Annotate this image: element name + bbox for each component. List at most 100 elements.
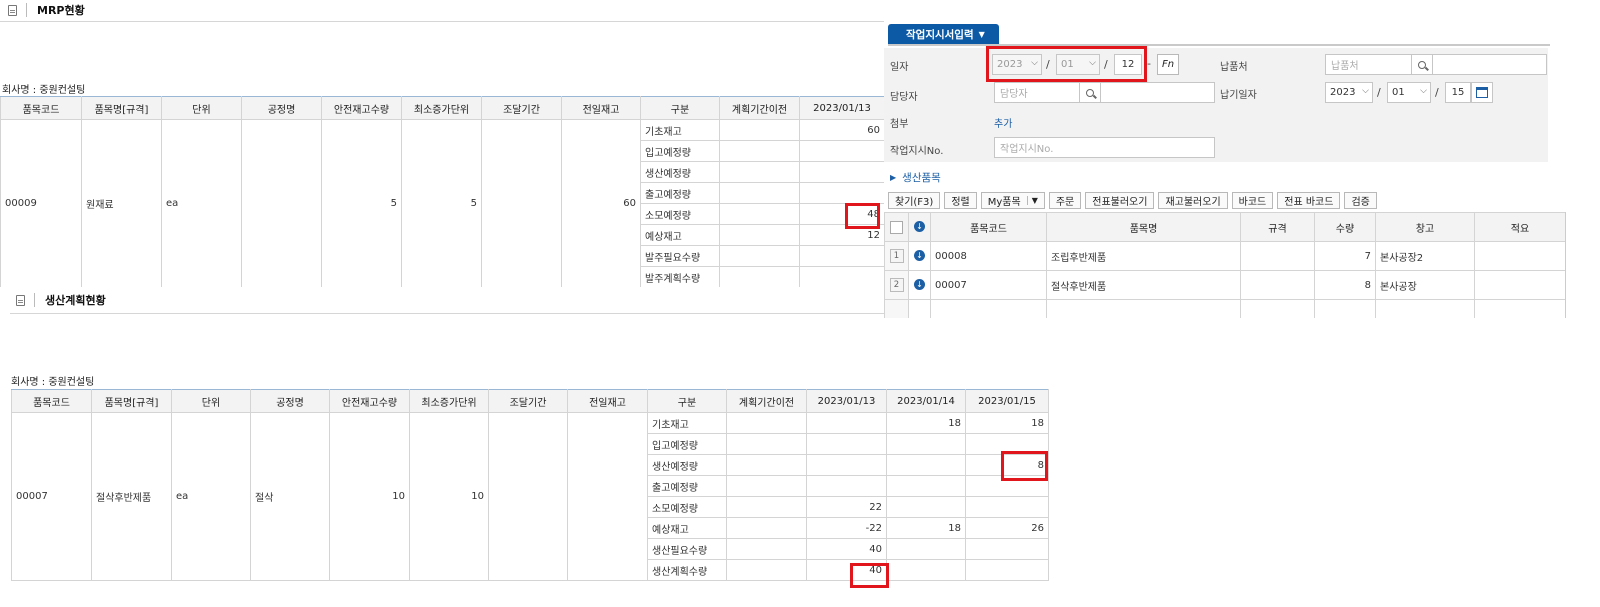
item-code-cell[interactable]: 00007: [11, 412, 92, 581]
before-cell[interactable]: [719, 119, 800, 141]
mrp-grid-container[interactable]: 품목코드 품목명[규격] 단위 공정명 안전재고수량 최소증가단위 조달기간 전…: [0, 96, 885, 287]
col-header[interactable]: 전일재고: [567, 389, 648, 413]
lead-time-cell[interactable]: [481, 119, 562, 287]
before-cell[interactable]: [726, 559, 807, 581]
table-row[interactable]: 00009 원재료 ea 5 5 60 기초재고 60: [0, 119, 885, 287]
date-cell[interactable]: [886, 475, 966, 497]
date-cell[interactable]: [886, 559, 966, 581]
date-cell[interactable]: 26: [965, 517, 1049, 539]
fn-button[interactable]: Fn: [1157, 54, 1179, 75]
before-cell[interactable]: [719, 182, 800, 204]
qty-cell[interactable]: 8: [1314, 270, 1376, 300]
date-cell[interactable]: [799, 182, 885, 204]
qty-cell[interactable]: [1314, 299, 1376, 318]
prev-stock-cell[interactable]: 60: [561, 119, 641, 287]
manager-name-field[interactable]: [1100, 82, 1215, 103]
date-cell[interactable]: 18: [886, 412, 966, 434]
find-button[interactable]: 찾기(F3): [888, 192, 941, 209]
col-header[interactable]: 안전재고수량: [329, 389, 410, 413]
date-day-input[interactable]: 12: [1114, 54, 1142, 75]
item-name-cell[interactable]: 원재료: [81, 119, 162, 287]
col-header[interactable]: 최소증가단위: [409, 389, 489, 413]
unit-cell[interactable]: ea: [171, 412, 251, 581]
col-header[interactable]: 공정명: [241, 96, 322, 120]
order-no-input[interactable]: 작업지시No.: [994, 137, 1215, 158]
date-cell[interactable]: 18: [965, 412, 1049, 434]
date-cell[interactable]: 8: [965, 454, 1049, 476]
date-cell[interactable]: [799, 161, 885, 183]
manager-input[interactable]: 담당자: [994, 82, 1080, 103]
item-name-cell[interactable]: [1046, 299, 1241, 318]
date-cell[interactable]: [799, 266, 885, 287]
order-button[interactable]: 주문: [1048, 192, 1082, 209]
col-header[interactable]: 계획기간이전: [719, 96, 800, 120]
before-cell[interactable]: [726, 412, 807, 434]
caret-down-icon[interactable]: ▼: [1026, 196, 1038, 205]
col-header[interactable]: 최소증가단위: [401, 96, 482, 120]
date-cell[interactable]: [965, 475, 1049, 497]
memo-cell[interactable]: [1474, 299, 1565, 318]
sort-cell[interactable]: ↓: [908, 212, 931, 242]
col-header[interactable]: 단위: [171, 389, 251, 413]
col-header[interactable]: 2023/01/13: [799, 96, 885, 120]
before-cell[interactable]: [719, 245, 800, 267]
supplier-input[interactable]: 납품처: [1325, 54, 1412, 75]
date-cell[interactable]: -22: [806, 517, 887, 539]
memo-cell[interactable]: [1474, 270, 1565, 300]
col-header[interactable]: 전일재고: [561, 96, 641, 120]
col-header[interactable]: 적요: [1474, 212, 1565, 242]
items-grid-container[interactable]: ↓ 품목코드 품목명 규격 수량 창고 적요 1 ↓ 00008 조립후반제품 …: [884, 212, 1565, 318]
date-cell[interactable]: [806, 433, 887, 455]
date-cell[interactable]: [886, 433, 966, 455]
col-header[interactable]: 조달기간: [488, 389, 568, 413]
col-header[interactable]: 창고: [1375, 212, 1475, 242]
col-header[interactable]: 구분: [640, 96, 720, 120]
process-cell[interactable]: 절삭: [250, 412, 330, 581]
row-action-cell[interactable]: ↓: [908, 270, 931, 300]
before-cell[interactable]: [719, 140, 800, 162]
col-header[interactable]: 품목명[규격]: [91, 389, 172, 413]
item-name-cell[interactable]: 조립후반제품: [1046, 241, 1241, 271]
safety-stock-cell[interactable]: 5: [321, 119, 402, 287]
supplier-search-button[interactable]: [1411, 54, 1433, 75]
arrow-down-circle-icon[interactable]: ↓: [914, 250, 925, 262]
before-cell[interactable]: [726, 454, 807, 476]
select-all-cell[interactable]: [884, 212, 909, 242]
before-cell[interactable]: [726, 517, 807, 539]
table-row[interactable]: [884, 299, 1565, 318]
min-increment-cell[interactable]: 10: [409, 412, 489, 581]
table-row[interactable]: 1 ↓ 00008 조립후반제품 7 본사공장2: [884, 241, 1565, 271]
spec-cell[interactable]: [1240, 270, 1315, 300]
item-code-cell[interactable]: 00008: [930, 241, 1047, 271]
date-cell[interactable]: 18: [886, 517, 966, 539]
warehouse-cell[interactable]: 본사공장: [1375, 270, 1475, 300]
due-month-select[interactable]: 01 ⌵: [1387, 82, 1431, 103]
col-header[interactable]: 2023/01/14: [886, 389, 966, 413]
date-cell[interactable]: [965, 559, 1049, 581]
col-header[interactable]: 계획기간이전: [726, 389, 807, 413]
section-production-items[interactable]: ▶ 생산품목: [890, 170, 941, 185]
item-code-cell[interactable]: 00007: [930, 270, 1047, 300]
col-header[interactable]: 2023/01/13: [806, 389, 887, 413]
col-header[interactable]: 품목코드: [930, 212, 1047, 242]
date-cell[interactable]: [965, 496, 1049, 518]
checkbox[interactable]: [890, 220, 903, 234]
item-code-cell[interactable]: 00009: [0, 119, 82, 287]
due-day-input[interactable]: 15: [1445, 82, 1471, 103]
safety-stock-cell[interactable]: 10: [329, 412, 410, 581]
col-header[interactable]: 품목코드: [0, 96, 82, 120]
date-cell[interactable]: 40: [806, 538, 887, 560]
item-code-cell[interactable]: [930, 299, 1047, 318]
col-header[interactable]: 수량: [1314, 212, 1376, 242]
due-year-select[interactable]: 2023 ⌵: [1325, 82, 1373, 103]
manager-search-button[interactable]: [1079, 82, 1101, 103]
col-header[interactable]: 품목명[규격]: [81, 96, 162, 120]
date-year-select[interactable]: 2023 ⌵: [992, 54, 1042, 75]
row-action-cell[interactable]: ↓: [908, 241, 931, 271]
my-items-button[interactable]: My품목 ▼: [980, 192, 1045, 209]
date-cell[interactable]: [886, 496, 966, 518]
date-cell[interactable]: 48: [799, 203, 885, 225]
warehouse-cell[interactable]: [1375, 299, 1475, 318]
date-cell[interactable]: [806, 454, 887, 476]
col-header[interactable]: 품목코드: [11, 389, 92, 413]
